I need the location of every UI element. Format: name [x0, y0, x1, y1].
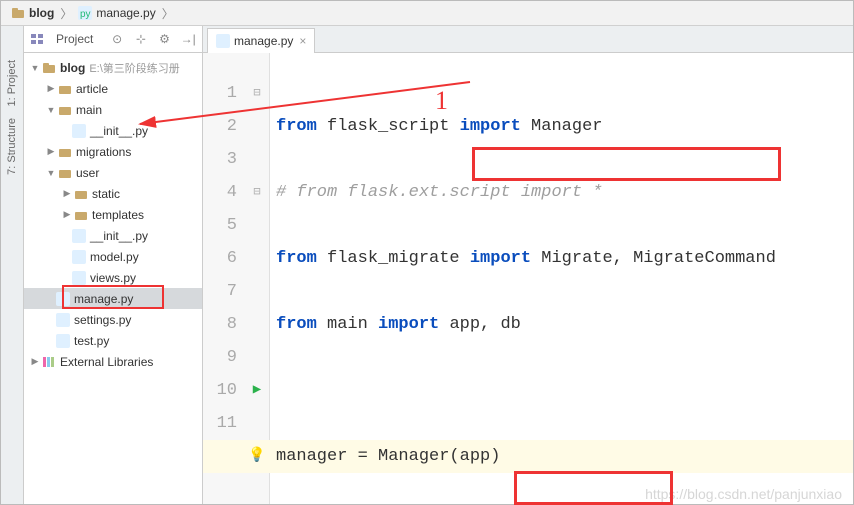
editor-column: manage.py × 1 2 3 4 5 6 7 8	[203, 26, 853, 504]
app-window: blog 〉 py manage.py 〉 1: Project 7: Stru…	[0, 0, 854, 505]
tree-folder-article[interactable]: ▶ article	[24, 78, 202, 99]
code-editor[interactable]: 1 2 3 4 5 6 7 8 9 10 11 12 ⊟	[203, 53, 853, 504]
python-file-icon	[72, 271, 86, 285]
hide-icon[interactable]: →|	[180, 31, 196, 47]
tree-folder-migrations[interactable]: ▶ migrations	[24, 141, 202, 162]
rail-project[interactable]: 1: Project	[6, 60, 18, 106]
python-file-icon	[56, 334, 70, 348]
folder-icon	[58, 103, 72, 117]
folder-icon	[58, 166, 72, 180]
rail-structure[interactable]: 7: Structure	[6, 118, 18, 175]
tree-folder-main[interactable]: ▼ main	[24, 99, 202, 120]
fold-icon[interactable]: ⊟	[253, 77, 260, 110]
code-line: # from flask.ext.script import *	[276, 176, 853, 209]
python-file-icon	[56, 313, 70, 327]
project-toolbar: Project ⊙ ⊹ ⚙ →|	[24, 26, 202, 53]
folder-icon	[74, 208, 88, 222]
python-file-icon	[72, 124, 86, 138]
project-icon	[30, 32, 44, 46]
folder-icon	[74, 187, 88, 201]
gutter: 1 2 3 4 5 6 7 8 9 10 11 12 ⊟	[203, 53, 270, 504]
tree-folder-templates[interactable]: ▶ templates	[24, 204, 202, 225]
tab-label: manage.py	[234, 34, 293, 48]
tree-file-init-main[interactable]: __init__.py	[24, 120, 202, 141]
editor-tabs: manage.py ×	[203, 26, 853, 53]
left-tool-rail: 1: Project 7: Structure	[1, 26, 24, 504]
folder-icon	[58, 145, 72, 159]
tree-folder-static[interactable]: ▶ static	[24, 183, 202, 204]
breadcrumb-file-label: manage.py	[96, 6, 155, 20]
project-tool-label: Project	[56, 32, 93, 46]
python-file-icon	[72, 250, 86, 264]
close-icon[interactable]: ×	[299, 34, 306, 48]
tree-file-settings[interactable]: settings.py	[24, 309, 202, 330]
code-area[interactable]: from flask_script import Manager # from …	[270, 53, 853, 504]
project-tree[interactable]: ▼ blog E:\第三阶段练习册 ▶ article ▼ main	[24, 53, 202, 504]
folder-icon	[42, 61, 56, 75]
code-line	[276, 374, 853, 407]
breadcrumb: blog 〉 py manage.py 〉	[1, 1, 853, 26]
gear-icon[interactable]: ⚙	[157, 31, 173, 47]
run-icon[interactable]: ▶	[253, 374, 261, 407]
python-file-icon: py	[78, 6, 92, 20]
project-panel: Project ⊙ ⊹ ⚙ →| ▼ blog E:\第三阶段练习册 ▶ art…	[24, 26, 203, 504]
python-file-icon	[72, 229, 86, 243]
gutter-markers: ⊟ ⊟ ▶ 💡	[245, 53, 269, 504]
breadcrumb-root[interactable]: blog	[7, 6, 58, 20]
tree-external-libraries[interactable]: ▶ External Libraries	[24, 351, 202, 372]
breadcrumb-root-label: blog	[29, 6, 54, 20]
tree-file-test[interactable]: test.py	[24, 330, 202, 351]
svg-text:py: py	[80, 9, 91, 20]
tree-file-manage[interactable]: manage.py	[24, 288, 202, 309]
code-line: from flask_migrate import Migrate, Migra…	[276, 242, 853, 275]
bulb-icon[interactable]: 💡	[248, 440, 265, 473]
code-line: manager = Manager(app)	[276, 440, 853, 473]
collapse-all-icon[interactable]: ⊙	[109, 31, 125, 47]
code-line: from main import app, db	[276, 308, 853, 341]
breadcrumb-file[interactable]: py manage.py	[74, 6, 159, 20]
code-line: from flask_script import Manager	[276, 110, 853, 143]
chevron-right-icon: 〉	[160, 5, 176, 22]
fold-end-icon[interactable]: ⊟	[253, 176, 260, 209]
library-icon	[42, 355, 56, 369]
chevron-right-icon: 〉	[58, 5, 74, 22]
line-numbers: 1 2 3 4 5 6 7 8 9 10 11 12	[203, 53, 245, 504]
tab-manage[interactable]: manage.py ×	[207, 28, 315, 53]
folder-icon	[11, 6, 25, 20]
tree-file-model[interactable]: model.py	[24, 246, 202, 267]
tree-file-views[interactable]: views.py	[24, 267, 202, 288]
python-file-icon	[216, 34, 230, 48]
tree-root[interactable]: ▼ blog E:\第三阶段练习册	[24, 57, 202, 78]
tree-file-init-user[interactable]: __init__.py	[24, 225, 202, 246]
tree-folder-user[interactable]: ▼ user	[24, 162, 202, 183]
python-file-icon	[56, 292, 70, 306]
folder-icon	[58, 82, 72, 96]
locate-icon[interactable]: ⊹	[133, 31, 149, 47]
